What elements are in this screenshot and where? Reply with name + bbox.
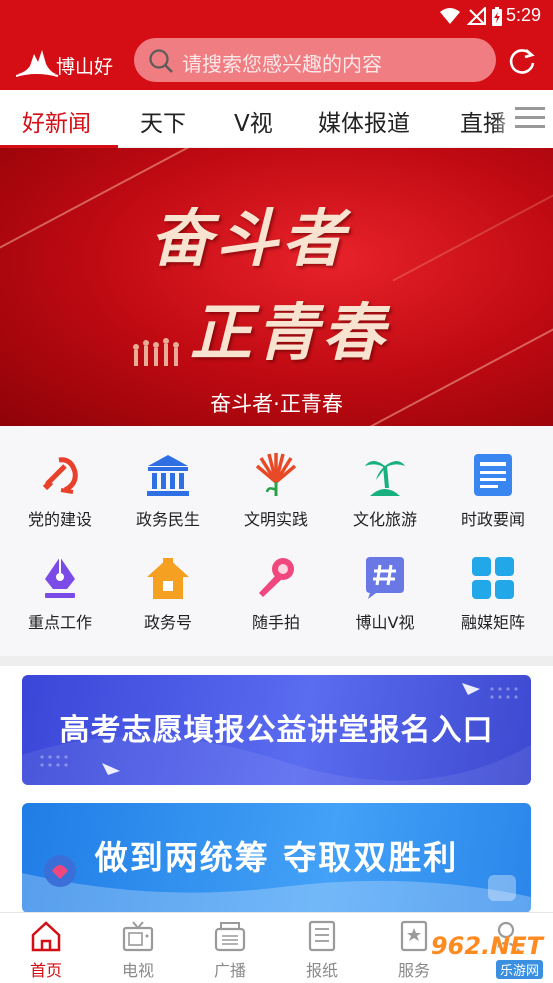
nav-label: 首页 xyxy=(29,961,62,980)
tab-world[interactable]: 天下 xyxy=(140,104,186,138)
microphone-icon xyxy=(259,558,294,597)
menu-icon[interactable] xyxy=(515,106,545,130)
hashtag-chat-icon xyxy=(366,557,404,599)
pen-nib-icon xyxy=(45,557,75,598)
nav-label: 电视 xyxy=(121,961,154,980)
grid-label: 党的建设 xyxy=(27,510,92,529)
service-icon xyxy=(400,920,428,952)
grid-item-key-work[interactable]: 重点工作 xyxy=(5,555,115,633)
tab-media-reports[interactable]: 媒体报道 xyxy=(318,104,410,138)
grid-item-media-matrix[interactable]: 融媒矩阵 xyxy=(438,555,548,633)
palm-tree-icon xyxy=(365,461,405,496)
refresh-icon[interactable] xyxy=(507,46,537,76)
tab-v-video[interactable]: V视 xyxy=(234,104,273,138)
battery-charging-icon xyxy=(492,7,502,26)
card-title: 高考志愿填报公益讲堂报名入口 xyxy=(59,713,494,748)
gaokao-lecture-card[interactable]: 高考志愿填报公益讲堂报名入口 xyxy=(22,675,531,785)
grid-label: 融媒矩阵 xyxy=(460,613,525,632)
newspaper-icon xyxy=(474,454,512,496)
wifi-icon xyxy=(440,8,460,24)
nav-label: 服务 xyxy=(397,961,430,980)
grid-label: 随手拍 xyxy=(251,613,300,632)
home-icon xyxy=(31,921,61,952)
card-title: 做到两统筹 夺取双胜利 xyxy=(94,838,459,877)
nav-home[interactable]: 首页 xyxy=(16,919,76,981)
status-bar: 5:29 xyxy=(0,0,553,32)
grid-item-party-building[interactable]: 党的建设 xyxy=(5,452,115,530)
banner-caption: 奋斗者·正青春 xyxy=(210,392,343,416)
nav-label: 报纸 xyxy=(305,961,338,980)
grid-item-boshan-v-video[interactable]: 博山V视 xyxy=(330,555,440,633)
search-bar[interactable]: 请搜索您感兴趣的内容 xyxy=(134,38,496,82)
matrix-grid-icon xyxy=(472,557,514,599)
government-building-icon xyxy=(147,455,189,496)
watermark-logo: 962.NET xyxy=(430,932,543,960)
grid-item-government-account[interactable]: 政务号 xyxy=(113,555,223,633)
tv-icon xyxy=(122,921,154,952)
grid-label: 重点工作 xyxy=(27,613,92,632)
nav-label: 广播 xyxy=(213,961,246,980)
grid-item-civilization-practice[interactable]: 文明实践 xyxy=(221,452,331,530)
nav-tv[interactable]: 电视 xyxy=(108,919,168,981)
grid-label: 政务民生 xyxy=(135,510,200,529)
grid-label: 时政要闻 xyxy=(460,510,525,529)
search-icon xyxy=(149,49,173,73)
party-emblem-icon xyxy=(42,457,78,494)
newspaper-nav-icon xyxy=(308,920,336,952)
status-time: 5:29 xyxy=(505,5,541,25)
radio-icon xyxy=(214,922,246,952)
watermark-subtitle: 乐游网 xyxy=(495,960,543,979)
grid-item-culture-tourism[interactable]: 文化旅游 xyxy=(330,452,440,530)
channel-tabs: 好新闻 天下 V视 媒体报道 直播 xyxy=(0,90,553,148)
banner-title-line2: 正青春 xyxy=(190,296,389,369)
grid-label: 博山V视 xyxy=(355,613,415,632)
grid-label: 政务号 xyxy=(143,613,192,632)
house-icon xyxy=(147,558,189,599)
category-grid: 党的建设 政务民生 文明实践 文化旅游 时政要闻 重点工作 政务号 随手拍 博山… xyxy=(0,426,553,656)
app-header: 博山好 请搜索您感兴趣的内容 xyxy=(0,32,553,90)
nav-newspaper[interactable]: 报纸 xyxy=(292,919,352,981)
section-divider xyxy=(0,656,553,666)
grid-item-snapshot[interactable]: 随手拍 xyxy=(221,555,331,633)
banner-title-line1: 奋斗者 xyxy=(150,202,349,275)
banner-figures-icon xyxy=(133,338,179,366)
dual-coordination-card[interactable]: 做到两统筹 夺取双胜利 xyxy=(22,803,531,913)
no-signal-icon xyxy=(467,7,486,25)
fan-flower-icon xyxy=(255,453,297,496)
grid-item-government-affairs[interactable]: 政务民生 xyxy=(113,452,223,530)
grid-label: 文化旅游 xyxy=(352,510,417,529)
app-logo-text: 博山好 xyxy=(56,56,114,78)
tab-good-news[interactable]: 好新闻 xyxy=(22,104,91,138)
banner-light-streak xyxy=(392,176,553,282)
grid-label: 文明实践 xyxy=(243,510,308,529)
grid-item-current-affairs[interactable]: 时政要闻 xyxy=(438,452,548,530)
nav-radio[interactable]: 广播 xyxy=(200,919,260,981)
search-placeholder: 请搜索您感兴趣的内容 xyxy=(182,52,382,76)
